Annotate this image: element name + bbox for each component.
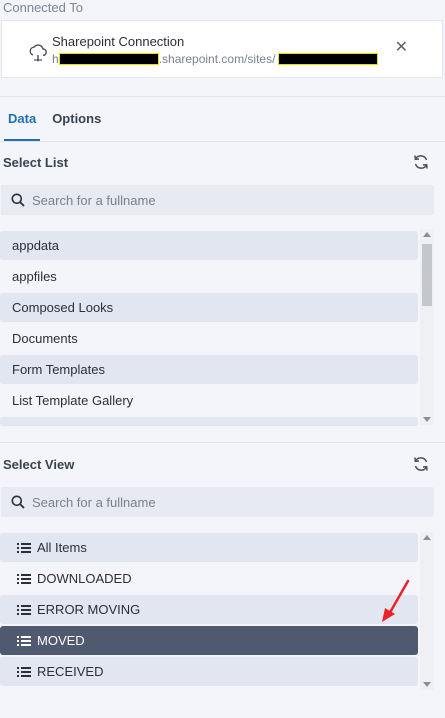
list-search-input[interactable] (30, 191, 414, 209)
tab-data[interactable]: Data (0, 105, 44, 141)
view-scrollbar[interactable] (420, 532, 434, 690)
list-icon (17, 635, 31, 646)
view-item-received[interactable]: RECEIVED (0, 657, 418, 686)
view-item-all-items[interactable]: All Items (0, 533, 418, 562)
list-item[interactable]: List Template Gallery (0, 386, 418, 415)
scroll-up-arrow[interactable] (423, 535, 431, 540)
connection-url: h .sharepoint.com/sites/ (52, 52, 379, 66)
tab-bar: Data Options (0, 105, 109, 141)
scroll-up-arrow[interactable] (423, 232, 431, 237)
list-search-box (1, 185, 434, 215)
list-scrollbar[interactable] (420, 229, 434, 425)
select-view-title: Select View (3, 457, 75, 472)
list-item[interactable]: Documents (0, 324, 418, 353)
list-item-label: Form Templates (12, 362, 105, 377)
list-icon (17, 573, 31, 584)
connection-title: Sharepoint Connection (52, 34, 185, 49)
connected-to-label: Connected To (3, 0, 83, 15)
list-items: appdata appfiles Composed Looks Document… (0, 231, 418, 426)
close-icon[interactable]: ✕ (395, 37, 408, 57)
view-item-error-moving[interactable]: ERROR MOVING (0, 595, 418, 624)
select-list-title: Select List (3, 155, 69, 170)
view-item-label: RECEIVED (37, 664, 104, 679)
list-item[interactable]: appdata (0, 231, 418, 260)
redacted-host (58, 53, 159, 65)
divider (0, 442, 445, 443)
refresh-icon[interactable] (412, 153, 430, 171)
url-mid: .sharepoint.com/sites/ (158, 52, 276, 66)
view-search-input[interactable] (30, 493, 414, 511)
list-icon (17, 666, 31, 677)
list-item-label: Composed Looks (12, 300, 114, 315)
list-icon (17, 542, 31, 553)
list-item[interactable]: appfiles (0, 262, 418, 291)
scroll-down-arrow[interactable] (423, 682, 431, 687)
list-item-partial (0, 417, 418, 426)
list-item[interactable]: Composed Looks (0, 293, 418, 322)
view-items: All Items DOWNLOADED ERROR MOVING MOVED … (0, 533, 418, 688)
view-search-box (1, 487, 434, 517)
url-prefix: h (52, 52, 59, 66)
cloud-link-icon (29, 44, 47, 62)
tab-options[interactable]: Options (44, 105, 109, 141)
list-item-label: appdata (12, 238, 59, 253)
list-item-label: Documents (12, 331, 78, 346)
refresh-icon[interactable] (412, 455, 430, 473)
list-item-label: appfiles (12, 269, 57, 284)
search-icon (11, 193, 25, 207)
search-icon (11, 495, 25, 509)
divider (0, 141, 445, 142)
divider (0, 96, 445, 97)
view-item-moved[interactable]: MOVED (0, 626, 418, 655)
list-item-label: List Template Gallery (12, 393, 134, 408)
view-item-label: DOWNLOADED (37, 571, 132, 586)
connection-card: Sharepoint Connection h .sharepoint.com/… (1, 20, 443, 78)
red-arrow-annotation (382, 579, 410, 622)
view-item-label: MOVED (37, 633, 85, 648)
redacted-site (278, 53, 379, 65)
scroll-down-arrow[interactable] (423, 417, 431, 422)
view-item-label: All Items (37, 540, 87, 555)
scroll-thumb[interactable] (422, 244, 432, 306)
view-item-label: ERROR MOVING (37, 602, 141, 617)
view-item-downloaded[interactable]: DOWNLOADED (0, 564, 418, 593)
list-item[interactable]: Form Templates (0, 355, 418, 384)
list-icon (17, 604, 31, 615)
